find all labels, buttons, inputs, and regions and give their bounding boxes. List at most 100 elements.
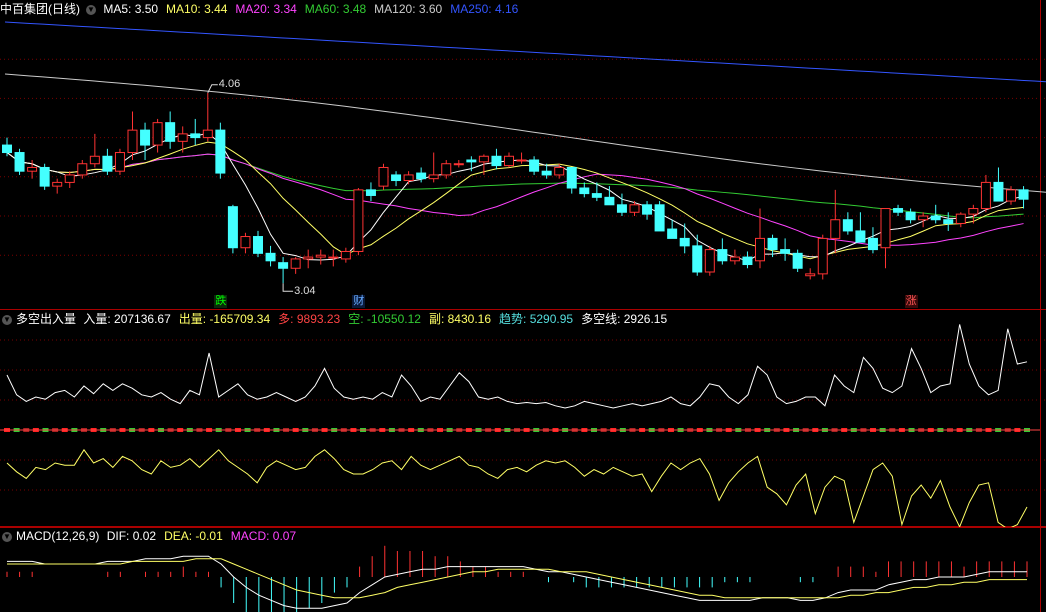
candle-body: [742, 256, 753, 266]
flow-label-4: 副: 8430.16: [429, 312, 495, 326]
ma-value-4: 3.60: [418, 2, 443, 16]
ma-name-4: MA120:: [374, 2, 419, 16]
ma-name-0: MA5:: [103, 2, 135, 16]
candle-body: [780, 249, 791, 254]
candle: [303, 249, 314, 269]
flow-indicator-panel[interactable]: ▼ 多空出入量 入量: 207136.67 出量: -165709.34 多: 989…: [0, 310, 1046, 527]
event-marker-finance[interactable]: 财: [352, 295, 366, 308]
toggle-indicator-icon[interactable]: ▼: [2, 314, 12, 325]
toggle-indicator-icon[interactable]: ▼: [2, 531, 12, 542]
macd-value-1: -0.01: [195, 529, 223, 543]
candle-body: [215, 129, 226, 174]
candle-body: [27, 166, 38, 172]
flow-label-5: 趋势: 5290.95: [499, 312, 577, 326]
candle: [202, 92, 213, 142]
price-header: 中百集团(日线) ▼ MA5: 3.50 MA10: 3.44 MA20: 3.34 M…: [0, 0, 526, 18]
macd-label-0: DIF: 0.02: [107, 529, 160, 543]
candle: [642, 201, 653, 220]
high-price-label: 4.06: [218, 77, 241, 90]
candle: [654, 201, 665, 232]
candle-body: [290, 258, 301, 269]
event-marker-rise[interactable]: 涨: [904, 295, 918, 308]
candle-body: [704, 249, 715, 273]
candle: [717, 238, 728, 265]
candle-body: [968, 208, 979, 215]
candle: [328, 249, 339, 267]
macd-name-2: MACD:: [230, 529, 273, 543]
candle: [918, 212, 929, 228]
candle: [265, 245, 276, 267]
candle-body: [403, 174, 414, 182]
toggle-indicator-icon[interactable]: ▼: [86, 4, 96, 15]
candle-body: [391, 174, 402, 182]
flow-name-6: 多空线:: [581, 312, 624, 326]
candle-body: [190, 133, 201, 139]
ma-value-3: 3.48: [342, 2, 367, 16]
price-chart-panel[interactable]: 中百集团(日线) ▼ MA5: 3.50 MA10: 3.44 MA20: 3.34 M…: [0, 0, 1046, 310]
candle-body: [566, 166, 577, 189]
candle: [867, 227, 878, 254]
flow-header: ▼ 多空出入量 入量: 207136.67 出量: -165709.34 多: 989…: [0, 310, 675, 328]
candle: [428, 152, 439, 183]
flow-indicator-chart[interactable]: [0, 310, 1046, 527]
flow-value-2: 9893.23: [296, 312, 341, 326]
flow-name-4: 副:: [428, 312, 448, 326]
ma-value-5: 4.16: [494, 2, 519, 16]
candle-body: [980, 181, 991, 210]
candle-body: [629, 204, 640, 213]
candle: [353, 188, 364, 256]
candle: [240, 232, 251, 254]
candle: [77, 160, 88, 179]
candle: [491, 148, 502, 170]
candle-body: [516, 159, 527, 162]
candle: [993, 167, 1004, 202]
candle: [679, 223, 690, 254]
ma60-line: [6, 152, 1024, 219]
candle: [516, 152, 527, 164]
candle-body: [240, 236, 251, 249]
ma-label-5: MA250: 4.16: [450, 2, 522, 16]
ma-value-1: 3.44: [204, 2, 228, 16]
ma-name-5: MA250:: [450, 2, 495, 16]
inflow-line: [6, 324, 1028, 409]
candle-body: [604, 196, 615, 206]
dif-line: [7, 555, 1027, 609]
candle: [667, 219, 678, 239]
candlestick-chart[interactable]: [0, 0, 1046, 310]
candle: [880, 208, 891, 269]
macd-panel[interactable]: ▼ MACD(12,26,9) DIF: 0.02 DEA: -0.01 MACD: …: [0, 527, 1046, 612]
flow-value-1: -165709.34: [209, 312, 271, 326]
candle-body: [767, 237, 778, 251]
candle-body: [202, 129, 213, 139]
candle: [830, 189, 841, 254]
candle-body: [315, 254, 326, 258]
candle: [579, 182, 590, 198]
event-marker-fall[interactable]: 跌: [214, 295, 228, 308]
candle-body: [955, 213, 966, 224]
macd-label-2: MACD: 0.07: [231, 529, 300, 543]
macd-name-1: DEA:: [164, 529, 196, 543]
candle-body: [805, 273, 816, 277]
candle-body: [817, 237, 828, 275]
candle-body: [77, 163, 88, 176]
ma-name-2: MA20:: [235, 2, 274, 16]
candle-body: [39, 166, 50, 187]
ma-name-1: MA10:: [166, 2, 205, 16]
candle: [140, 122, 151, 160]
flow-label-3: 空: -10550.12: [348, 312, 425, 326]
candle-body: [353, 189, 364, 252]
candle: [855, 212, 866, 243]
candle-body: [89, 155, 100, 165]
candle: [805, 268, 816, 280]
candle: [64, 171, 75, 188]
candle: [441, 160, 452, 179]
candle: [114, 148, 125, 175]
candle-body: [378, 166, 389, 187]
candle: [780, 238, 791, 261]
flow-label-2: 多: 9893.23: [278, 312, 344, 326]
candle-body: [880, 208, 891, 249]
candle: [89, 133, 100, 168]
candle: [1018, 186, 1029, 209]
candle: [278, 257, 289, 284]
candle-body: [830, 219, 841, 239]
